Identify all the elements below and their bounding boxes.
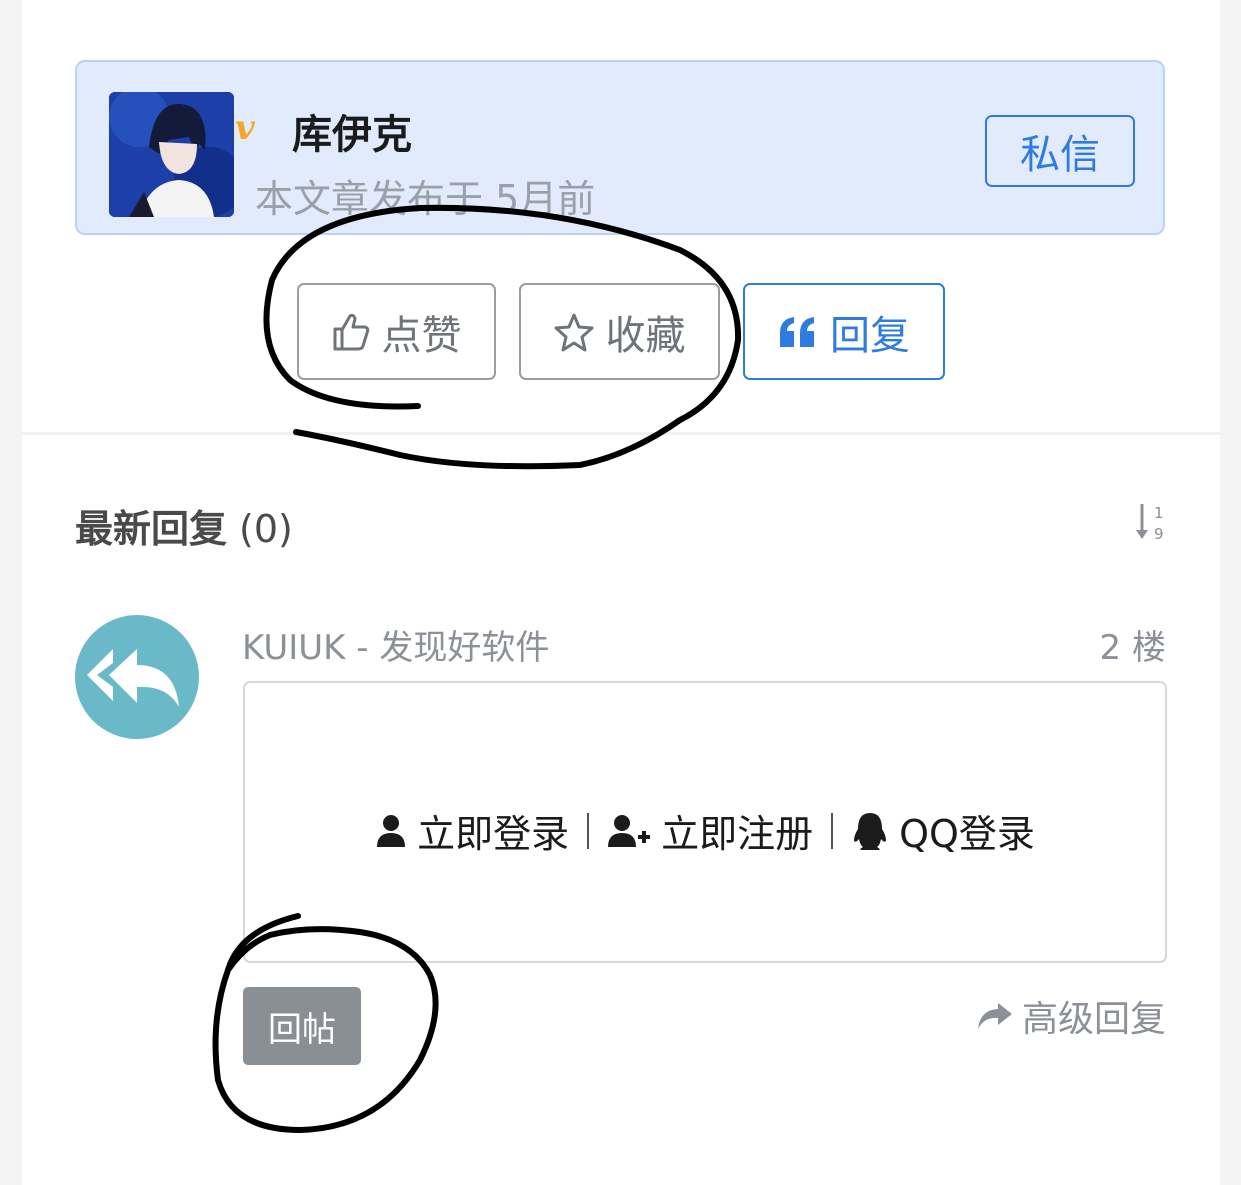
user-icon [377, 814, 406, 847]
qq-login-label: QQ登录 [899, 812, 1035, 856]
author-name[interactable]: 库伊克 [292, 102, 412, 160]
section-divider [22, 432, 1220, 435]
advanced-reply-link[interactable]: 高级回复 [976, 990, 1166, 1042]
login-links: 立即登录 立即注册 QQ登录 [245, 803, 1165, 858]
link-separator [831, 812, 834, 849]
floor-number: 2 楼 [1099, 628, 1166, 668]
login-link[interactable]: 立即登录 [375, 803, 569, 858]
svg-text:1: 1 [1154, 504, 1164, 522]
post-time: 本文章发布于 5月前 [255, 177, 596, 221]
sort-numeric-icon[interactable]: 1 9 [1134, 502, 1168, 546]
register-label: 立即注册 [661, 812, 814, 856]
qq-login-link[interactable]: QQ登录 [851, 803, 1035, 858]
login-prompt-box: 立即登录 立即注册 QQ登录 [243, 681, 1167, 963]
replies-title: 最新回复 (0) [75, 498, 293, 553]
reply-author[interactable]: KUIUK - 发现好软件 [242, 620, 549, 669]
favorite-button[interactable]: 收藏 [519, 283, 720, 380]
author-avatar[interactable] [109, 92, 234, 217]
reply-arrow-icon [87, 649, 179, 707]
reply-avatar[interactable] [75, 615, 199, 739]
private-message-button[interactable]: 私信 [985, 115, 1135, 187]
replies-title-text: 最新回复 [75, 507, 228, 551]
user-plus-icon [608, 814, 651, 847]
share-arrow-icon [977, 1003, 1012, 1029]
login-label: 立即登录 [417, 812, 570, 856]
svg-text:9: 9 [1154, 525, 1164, 542]
quote-icon [778, 315, 818, 349]
thumbs-up-icon [332, 312, 370, 352]
post-reply-button[interactable]: 回帖 [243, 987, 361, 1065]
star-icon [554, 312, 594, 352]
qq-penguin-icon [854, 812, 887, 850]
advanced-reply-label: 高级回复 [1021, 999, 1166, 1040]
verified-badge-icon: v [235, 108, 255, 148]
replies-count: (0) [239, 507, 293, 551]
reply-label: 回复 [830, 312, 910, 359]
reply-button[interactable]: 回复 [743, 283, 945, 380]
like-button[interactable]: 点赞 [297, 283, 496, 380]
favorite-label: 收藏 [605, 312, 686, 359]
author-box: v 库伊克 本文章发布于 5月前 私信 [75, 60, 1165, 235]
like-label: 点赞 [381, 312, 462, 359]
link-separator [587, 812, 590, 849]
register-link[interactable]: 立即注册 [607, 803, 813, 858]
